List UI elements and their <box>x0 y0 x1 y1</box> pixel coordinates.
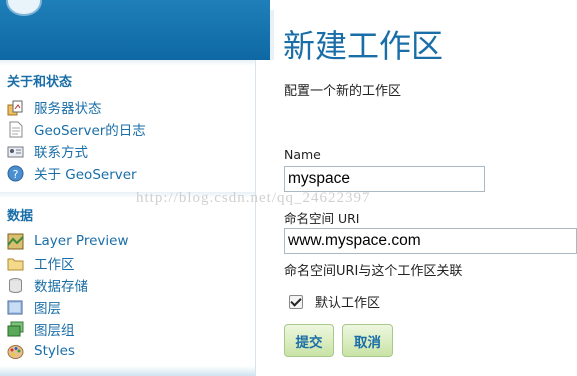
sidebar-item-label: 关于 GeoServer <box>34 167 137 183</box>
sidebar-item-label: 数据存储 <box>34 279 88 295</box>
default-workspace-label: 默认工作区 <box>315 296 381 311</box>
page-description: 配置一个新的工作区 <box>284 84 402 99</box>
sidebar-item-styles[interactable]: Styles <box>7 341 247 361</box>
database-icon <box>7 277 24 294</box>
page-title: 新建工作区 <box>283 27 444 65</box>
contact-card-icon <box>7 143 24 160</box>
sidebar-section-data-title: 数据 <box>7 209 34 224</box>
layer-icon <box>7 299 24 316</box>
cancel-button[interactable]: 取消 <box>342 324 393 357</box>
uri-hint: 命名空间URI与这个工作区关联 <box>284 264 463 279</box>
sidebar-item-label: GeoServer的日志 <box>34 123 146 139</box>
sidebar-band <box>0 60 255 66</box>
palette-icon <box>7 343 24 360</box>
layer-group-icon <box>7 321 24 338</box>
sidebar-item-logs[interactable]: GeoServer的日志 <box>7 119 247 139</box>
sidebar-item-label: Layer Preview <box>34 233 129 249</box>
sidebar-item-layer-preview[interactable]: Layer Preview <box>7 231 247 251</box>
default-workspace-row: 默认工作区 <box>289 292 380 311</box>
sidebar-item-stores[interactable]: 数据存储 <box>7 275 247 295</box>
server-status-icon <box>7 99 24 116</box>
uri-field-label: 命名空间 URI <box>284 211 360 226</box>
sidebar-item-label: 服务器状态 <box>34 101 102 117</box>
default-workspace-checkbox[interactable] <box>289 294 303 309</box>
sidebar-item-about[interactable]: ? 关于 GeoServer <box>7 163 247 183</box>
sidebar-item-contact[interactable]: 联系方式 <box>7 141 247 161</box>
svg-text:?: ? <box>13 168 19 181</box>
help-circle-icon: ? <box>7 165 24 182</box>
folder-icon <box>7 255 24 272</box>
sidebar-item-workspaces[interactable]: 工作区 <box>7 253 247 273</box>
name-input[interactable] <box>284 166 485 192</box>
sidebar-bottom-band <box>0 366 255 376</box>
sidebar-item-label: 图层组 <box>34 323 75 339</box>
sidebar-item-label: 工作区 <box>34 257 75 273</box>
uri-input[interactable] <box>284 228 577 254</box>
sidebar-item-layer-groups[interactable]: 图层组 <box>7 319 247 339</box>
sidebar-item-label: Styles <box>34 343 75 359</box>
sidebar-item-label: 联系方式 <box>34 145 88 161</box>
sidebar-item-label: 图层 <box>34 301 61 317</box>
main-panel-edge <box>270 10 274 60</box>
log-document-icon <box>7 121 24 138</box>
map-preview-icon <box>7 233 24 250</box>
sidebar-item-layers[interactable]: 图层 <box>7 297 247 317</box>
sidebar-section-about-title: 关于和状态 <box>7 75 73 90</box>
name-field-label: Name <box>284 147 321 162</box>
sidebar: 关于和状态 服务器状态 GeoServer的日志 联系方式 ? 关于 GeoSe… <box>0 60 256 376</box>
sidebar-band <box>0 192 255 198</box>
sidebar-item-server-status[interactable]: 服务器状态 <box>7 97 247 117</box>
submit-button[interactable]: 提交 <box>284 324 334 357</box>
